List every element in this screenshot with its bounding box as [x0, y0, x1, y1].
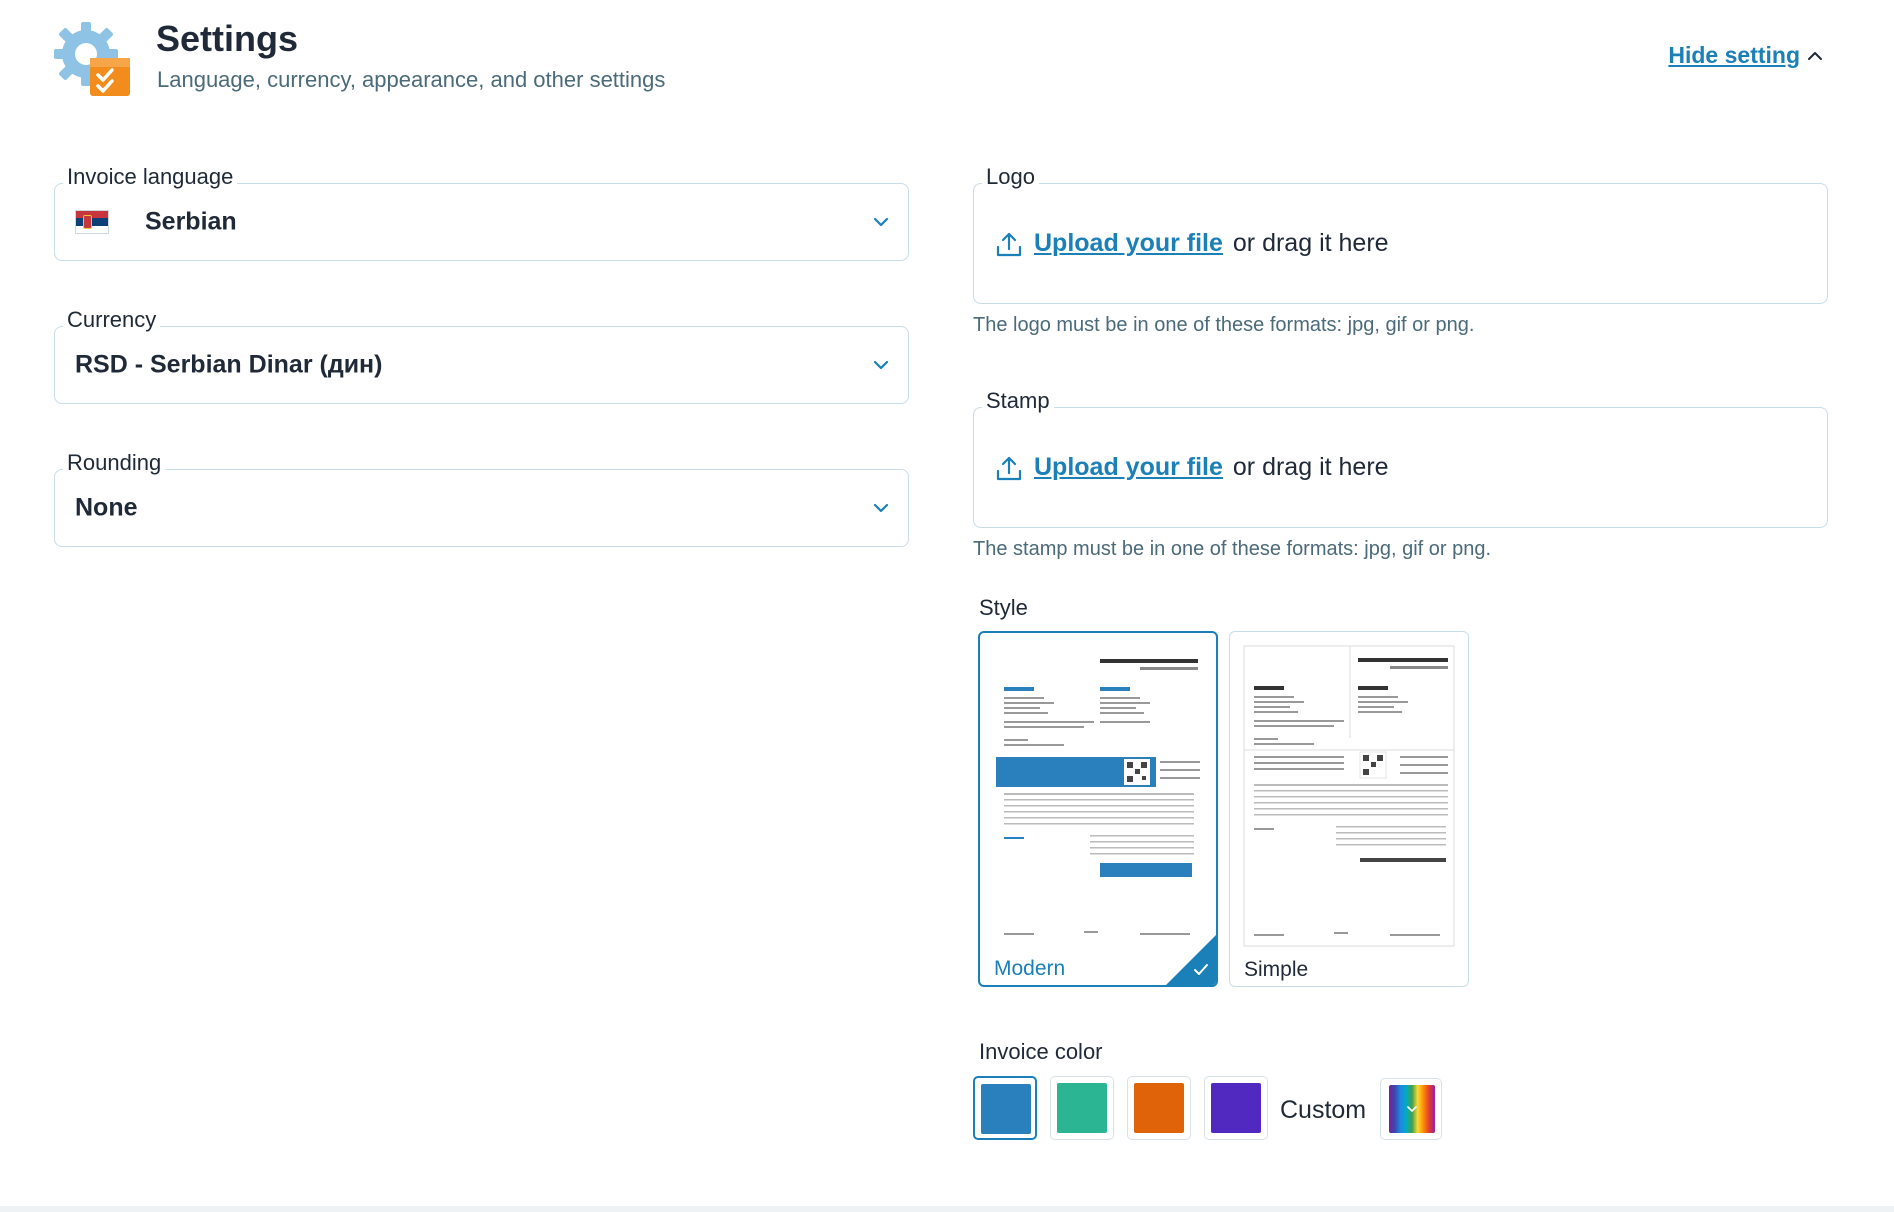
logo-upload-text: or drag it here — [1232, 229, 1389, 257]
color-swatch-orange[interactable] — [1127, 1076, 1191, 1140]
stamp-upload-dropzone[interactable]: Stamp Upload your file or drag it here — [973, 388, 1828, 528]
hide-setting-label: Hide setting — [1668, 42, 1800, 68]
style-option-modern[interactable]: Modern — [978, 631, 1218, 987]
color-swatch-fill — [1057, 1083, 1107, 1133]
color-swatch-fill — [1211, 1083, 1261, 1133]
color-swatch-blue[interactable] — [973, 1076, 1037, 1140]
stamp-format-hint: The stamp must be in one of these format… — [973, 538, 1492, 560]
color-swatch-purple[interactable] — [1204, 1076, 1268, 1140]
chevron-down-icon — [873, 217, 889, 227]
logo-label: Logo — [982, 164, 1039, 190]
invoice-language-label: Invoice language — [63, 164, 238, 190]
invoice-color-label: Invoice color — [979, 1039, 1103, 1064]
stamp-upload-text: or drag it here — [1232, 453, 1389, 481]
currency-label: Currency — [63, 307, 161, 333]
rounding-value: None — [75, 493, 138, 522]
logo-upload-link[interactable]: Upload your file — [1034, 229, 1223, 258]
stamp-upload-row: Upload your file or drag it here — [994, 453, 1389, 483]
rounding-label: Rounding — [63, 450, 166, 476]
invoice-language-select[interactable]: Invoice language Serbian — [54, 164, 909, 261]
currency-value: RSD - Serbian Dinar (дин) — [75, 350, 383, 379]
page-title: Settings — [156, 18, 299, 59]
settings-gear-icon — [54, 22, 130, 96]
modern-invoice-preview — [990, 643, 1208, 953]
logo-upload-dropzone[interactable]: Logo Upload your file or drag it here — [973, 164, 1828, 304]
rounding-select[interactable]: Rounding None — [54, 450, 909, 547]
custom-color-label: Custom — [1280, 1096, 1367, 1124]
style-label: Style — [979, 595, 1028, 620]
checkmark-icon — [1194, 964, 1208, 975]
chevron-down-icon — [1407, 1106, 1417, 1112]
logo-upload-row: Upload your file or drag it here — [994, 229, 1389, 259]
color-swatch-fill — [1134, 1083, 1184, 1133]
simple-invoice-preview — [1240, 642, 1458, 952]
logo-format-hint: The logo must be in one of these formats… — [973, 314, 1475, 336]
hide-setting-link[interactable]: Hide setting — [1668, 42, 1824, 69]
chevron-up-icon — [1808, 51, 1822, 60]
page-bottom-divider — [0, 1206, 1894, 1212]
serbia-flag-icon — [75, 210, 109, 234]
invoice-language-value: Serbian — [145, 207, 237, 236]
stamp-label: Stamp — [982, 388, 1054, 414]
settings-header: Settings Language, currency, appearance,… — [52, 14, 1842, 104]
stamp-upload-link[interactable]: Upload your file — [1034, 453, 1223, 482]
style-option-simple-label: Simple — [1244, 958, 1309, 981]
chevron-down-icon — [873, 503, 889, 513]
currency-select[interactable]: Currency RSD - Serbian Dinar (дин) — [54, 307, 909, 404]
custom-color-picker[interactable] — [1380, 1078, 1442, 1140]
style-option-modern-label: Modern — [994, 957, 1066, 980]
page-subtitle: Language, currency, appearance, and othe… — [157, 67, 666, 92]
upload-icon — [996, 456, 1022, 480]
style-option-simple[interactable]: Simple — [1229, 631, 1469, 987]
color-swatch-fill — [981, 1084, 1031, 1134]
color-swatch-green[interactable] — [1050, 1076, 1114, 1140]
chevron-down-icon — [873, 360, 889, 370]
upload-icon — [996, 232, 1022, 256]
